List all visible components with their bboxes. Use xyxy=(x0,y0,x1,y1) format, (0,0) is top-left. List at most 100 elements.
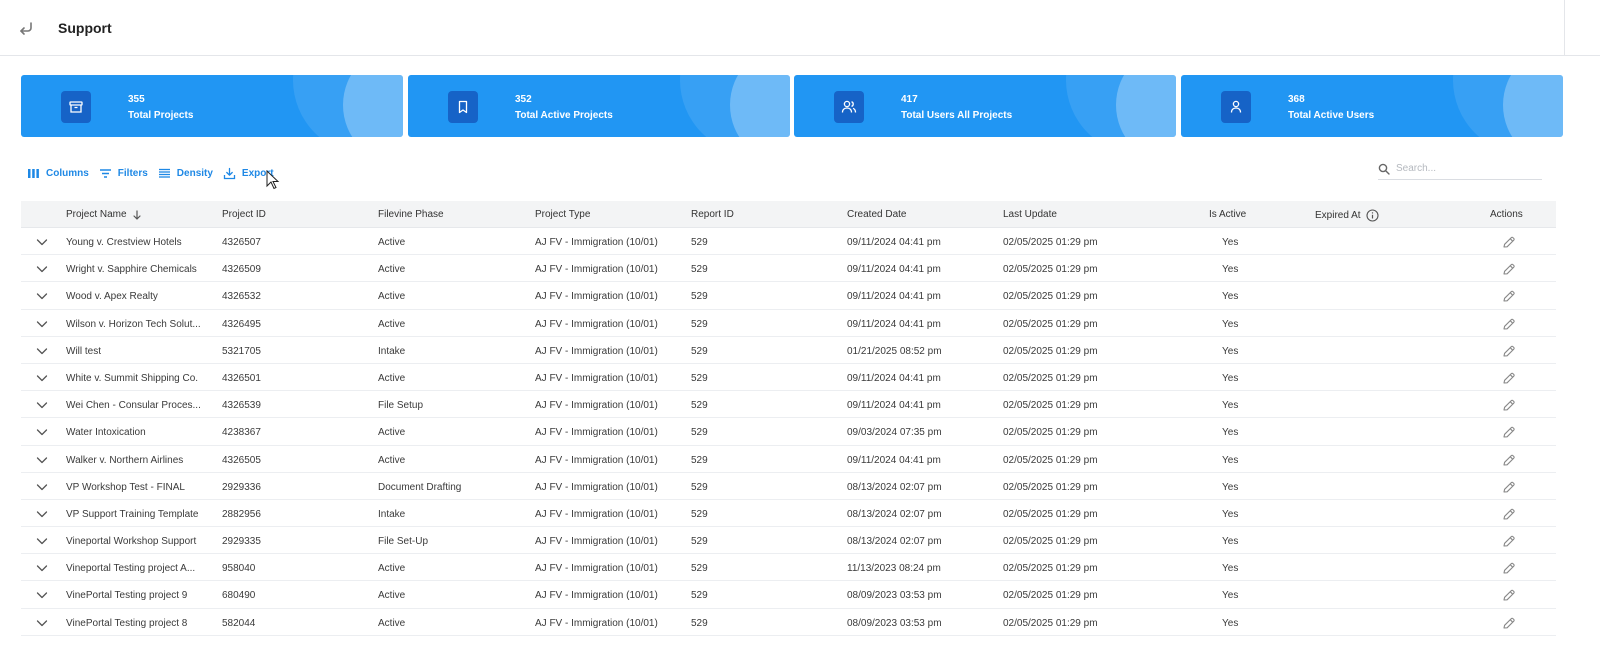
edit-pencil-icon[interactable] xyxy=(1501,561,1516,576)
header-project-id[interactable]: Project ID xyxy=(222,209,266,220)
edit-pencil-icon[interactable] xyxy=(1501,588,1516,603)
search-box[interactable] xyxy=(1378,158,1542,180)
header-project-type[interactable]: Project Type xyxy=(535,209,590,220)
chevron-down-icon[interactable] xyxy=(35,344,49,358)
chevron-down-icon[interactable] xyxy=(35,588,49,602)
density-button[interactable]: Density xyxy=(158,167,213,180)
header-created-date[interactable]: Created Date xyxy=(847,209,906,220)
chevron-down-icon[interactable] xyxy=(35,480,49,494)
table-row[interactable]: VP Support Training Template 2882956 Intak… xyxy=(21,500,1556,528)
edit-pencil-icon[interactable] xyxy=(1501,616,1516,631)
cell-created-date: 08/09/2023 03:53 pm xyxy=(847,590,942,602)
edit-pencil-icon[interactable] xyxy=(1501,398,1516,413)
chevron-down-icon[interactable] xyxy=(35,235,49,249)
edit-pencil-icon[interactable] xyxy=(1501,480,1516,495)
edit-pencil-icon[interactable] xyxy=(1501,289,1516,304)
header-filevine-phase[interactable]: Filevine Phase xyxy=(378,209,444,220)
chevron-down-icon[interactable] xyxy=(35,507,49,521)
search-icon xyxy=(1378,163,1390,175)
cell-project-type: AJ FV - Immigration (10/01) xyxy=(535,617,658,629)
cell-project-name: VinePortal Testing project 8 xyxy=(66,617,188,629)
cell-filevine-phase: Active xyxy=(378,454,406,466)
cell-project-type: AJ FV - Immigration (10/01) xyxy=(535,427,658,439)
cell-created-date: 09/11/2024 04:41 pm xyxy=(847,264,941,276)
cell-project-id: 4238367 xyxy=(222,427,261,439)
stat-label: Total Active Users xyxy=(1288,110,1375,121)
cell-is-active: Yes xyxy=(1222,427,1239,439)
cell-project-name: VinePortal Testing project 9 xyxy=(66,590,188,602)
users-icon xyxy=(834,91,864,123)
cell-filevine-phase: Active xyxy=(378,264,406,276)
filters-label: Filters xyxy=(117,167,148,179)
table-row[interactable]: VP Workshop Test - FINAL 2929336 Document … xyxy=(21,473,1556,500)
cell-report-id: 529 xyxy=(691,291,708,303)
header-last-update[interactable]: Last Update xyxy=(1003,209,1057,220)
cell-filevine-phase: Active xyxy=(378,617,406,629)
table-row[interactable]: Water Intoxication 4238367 Active AJ FV - I… xyxy=(21,418,1556,446)
chevron-down-icon[interactable] xyxy=(35,561,49,575)
edit-pencil-icon[interactable] xyxy=(1501,344,1516,359)
info-icon[interactable] xyxy=(1366,209,1379,222)
chevron-down-icon[interactable] xyxy=(35,616,49,630)
table-row[interactable]: VinePortal Testing project 8 582044 Active… xyxy=(21,609,1556,636)
columns-button[interactable]: Columns xyxy=(27,167,89,180)
filters-button[interactable]: Filters xyxy=(99,167,148,180)
edit-pencil-icon[interactable] xyxy=(1501,262,1516,277)
chevron-down-icon[interactable] xyxy=(35,453,49,467)
chevron-down-icon[interactable] xyxy=(35,289,49,303)
cell-report-id: 529 xyxy=(691,454,708,466)
cell-is-active: Yes xyxy=(1222,563,1239,575)
cell-last-update: 02/05/2025 01:29 pm xyxy=(1003,617,1098,629)
cell-filevine-phase: File Setup xyxy=(378,400,424,412)
cell-filevine-phase: Document Drafting xyxy=(378,481,462,493)
cell-filevine-phase: Active xyxy=(378,318,406,330)
header-is-active[interactable]: Is Active xyxy=(1209,209,1246,220)
chevron-down-icon[interactable] xyxy=(35,398,49,412)
chevron-down-icon[interactable] xyxy=(35,534,49,548)
chevron-down-icon[interactable] xyxy=(35,317,49,331)
cell-project-name: Water Intoxication xyxy=(66,427,146,439)
cell-report-id: 529 xyxy=(691,536,708,548)
edit-pencil-icon[interactable] xyxy=(1501,507,1516,522)
table-row[interactable]: Young v. Crestview Hotels 4326507 Active AJ… xyxy=(21,228,1556,256)
header-report-id[interactable]: Report ID xyxy=(691,209,734,220)
header-expired-at[interactable]: Expired At xyxy=(1315,209,1379,222)
table-row[interactable]: Wright v. Sapphire Chemicals 4326509 Activ… xyxy=(21,255,1556,283)
cell-created-date: 09/11/2024 04:41 pm xyxy=(847,454,941,466)
edit-pencil-icon[interactable] xyxy=(1501,235,1516,250)
table-row[interactable]: Will test 5321705 Intake AJ FV - Immigratio… xyxy=(21,337,1556,364)
edit-pencil-icon[interactable] xyxy=(1501,317,1516,332)
projects-table: Project Name Project ID Filevine Phase P… xyxy=(21,201,1556,636)
cell-filevine-phase: Active xyxy=(378,291,406,303)
edit-pencil-icon[interactable] xyxy=(1501,425,1516,440)
table-row[interactable]: White v. Summit Shipping Co. 4326501 Activ… xyxy=(21,364,1556,392)
table-row[interactable]: Wei Chen - Consular Proces... 4326539 File… xyxy=(21,391,1556,419)
chevron-down-icon[interactable] xyxy=(35,425,49,439)
edit-pencil-icon[interactable] xyxy=(1501,453,1516,468)
edit-pencil-icon[interactable] xyxy=(1501,371,1516,386)
cell-project-type: AJ FV - Immigration (10/01) xyxy=(535,372,658,384)
back-arrow-icon[interactable] xyxy=(16,18,36,38)
cell-project-name: Wood v. Apex Realty xyxy=(66,291,158,303)
sort-arrow-down-icon[interactable] xyxy=(132,209,142,220)
header-project-name[interactable]: Project Name xyxy=(66,209,142,220)
table-row[interactable]: Wilson v. Horizon Tech Solut... 4326495 Ac… xyxy=(21,310,1556,337)
cell-created-date: 11/13/2023 08:24 pm xyxy=(847,563,941,575)
table-row[interactable]: VinePortal Testing project 9 680490 Active… xyxy=(21,581,1556,609)
chevron-down-icon[interactable] xyxy=(35,371,49,385)
cell-created-date: 01/21/2025 08:52 pm xyxy=(847,345,942,357)
table-row[interactable]: Wood v. Apex Realty 4326532 Active AJ FV - … xyxy=(21,282,1556,310)
header-label: Last Update xyxy=(1003,209,1057,220)
search-input[interactable] xyxy=(1396,163,1536,174)
header-label: Created Date xyxy=(847,209,907,220)
chevron-down-icon[interactable] xyxy=(35,262,49,276)
cell-is-active: Yes xyxy=(1222,264,1239,276)
table-row[interactable]: Vineportal Workshop Support 2929335 File S… xyxy=(21,527,1556,555)
table-row[interactable]: Vineportal Testing project A... 958040 Act… xyxy=(21,554,1556,582)
edit-pencil-icon[interactable] xyxy=(1501,534,1516,549)
density-icon xyxy=(158,168,170,178)
cell-last-update: 02/05/2025 01:29 pm xyxy=(1003,318,1098,330)
table-row[interactable]: Walker v. Northern Airlines 4326505 Active… xyxy=(21,446,1556,473)
cell-project-name: VP Support Training Template xyxy=(66,508,199,520)
cell-created-date: 09/11/2024 04:41 pm xyxy=(847,237,941,248)
